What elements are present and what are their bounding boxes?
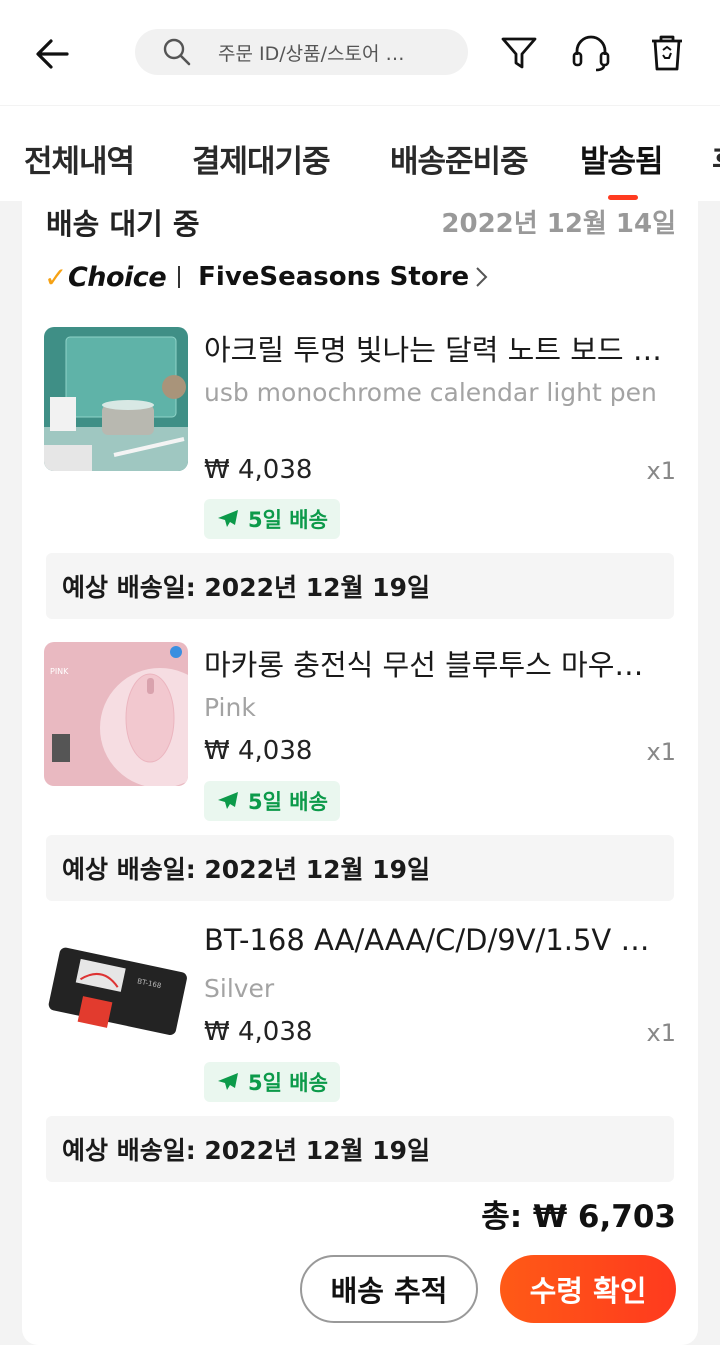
top-bar: 주문 ID/상품/스토어 … <box>0 0 720 105</box>
product-image-calendar-light <box>44 327 188 471</box>
chevron-right-icon <box>476 267 488 287</box>
order-item[interactable]: 아크릴 투명 빛나는 달력 노트 보드 … usb monochrome cal… <box>44 327 676 627</box>
filter-button[interactable] <box>494 28 544 78</box>
tab-awaiting-payment[interactable]: 결제대기중 <box>192 136 331 181</box>
back-arrow-icon <box>36 39 69 69</box>
checkmark-icon: ✓ <box>44 260 67 294</box>
back-button[interactable] <box>28 30 76 78</box>
order-status: 배송 대기 중 <box>46 207 200 241</box>
product-price: ₩ 4,038 <box>204 455 313 485</box>
order-item[interactable]: BT-168 BT-168 AA/AAA/C/D/9V/1.5V … Silve… <box>44 923 676 1183</box>
shipping-days: 5일 배송 <box>248 1071 328 1095</box>
product-variant: usb monochrome calendar light pen <box>204 378 657 407</box>
order-date: 2022년 12월 14일 <box>441 209 676 239</box>
tab-next[interactable]: 후 <box>712 136 720 181</box>
product-variant: Pink <box>204 693 256 722</box>
product-quantity: x1 <box>646 457 676 485</box>
active-tab-indicator <box>608 195 638 200</box>
product-variant: Silver <box>204 974 275 1003</box>
tab-all[interactable]: 전체내역 <box>24 136 135 181</box>
divider <box>178 266 181 288</box>
headset-icon <box>572 35 610 72</box>
tab-shipped[interactable]: 발송됨 <box>580 136 664 181</box>
product-title: 아크릴 투명 빛나는 달력 노트 보드 … <box>204 333 662 367</box>
product-price: ₩ 4,038 <box>204 736 313 766</box>
product-image-mouse: PINK <box>44 642 188 786</box>
estimated-delivery: 예상 배송일: 2022년 12월 19일 <box>46 553 674 619</box>
store-name: FiveSeasons Store <box>198 262 470 292</box>
product-quantity: x1 <box>646 738 676 766</box>
estimated-delivery: 예상 배송일: 2022년 12월 19일 <box>46 835 674 901</box>
delete-button[interactable] <box>642 28 692 78</box>
order-item[interactable]: PINK 마카롱 충전식 무선 블루투스 마우… Pink ₩ 4,038 x1… <box>44 642 676 902</box>
svg-text:PINK: PINK <box>50 667 69 676</box>
airplane-icon <box>218 792 238 809</box>
store-link[interactable]: ✓ Choice FiveSeasons Store <box>44 259 489 295</box>
product-image-battery-tester: BT-168 <box>44 923 188 1067</box>
filter-icon <box>501 37 537 69</box>
trash-icon <box>652 35 682 71</box>
product-title: BT-168 AA/AAA/C/D/9V/1.5V … <box>204 923 650 957</box>
shipping-badge: 5일 배송 <box>204 781 340 821</box>
confirm-receipt-button[interactable]: 수령 확인 <box>500 1255 676 1323</box>
tab-preparing[interactable]: 배송준비중 <box>390 136 529 181</box>
search-icon <box>163 38 191 66</box>
shipping-days: 5일 배송 <box>248 508 328 532</box>
product-price: ₩ 4,038 <box>204 1017 313 1047</box>
shipping-badge: 5일 배송 <box>204 499 340 539</box>
order-total: 총: ₩ 6,703 <box>481 1199 676 1235</box>
shipping-badge: 5일 배송 <box>204 1062 340 1102</box>
choice-label: Choice <box>67 261 167 293</box>
choice-badge: ✓ Choice <box>44 260 167 294</box>
search-placeholder: 주문 ID/상품/스토어 … <box>218 42 405 65</box>
search-input[interactable]: 주문 ID/상품/스토어 … <box>135 29 468 75</box>
order-card: 배송 대기 중 2022년 12월 14일 ✓ Choice FiveSeaso… <box>22 201 698 1345</box>
airplane-icon <box>218 1073 238 1090</box>
track-shipment-button[interactable]: 배송 추적 <box>300 1255 478 1323</box>
order-status-tabs: 전체내역 결제대기중 배송준비중 발송됨 후 <box>0 106 720 201</box>
airplane-icon <box>218 510 238 527</box>
shipping-days: 5일 배송 <box>248 790 328 814</box>
product-quantity: x1 <box>646 1019 676 1047</box>
estimated-delivery: 예상 배송일: 2022년 12월 19일 <box>46 1116 674 1182</box>
product-title: 마카롱 충전식 무선 블루투스 마우… <box>204 648 644 682</box>
customer-service-button[interactable] <box>566 28 616 78</box>
